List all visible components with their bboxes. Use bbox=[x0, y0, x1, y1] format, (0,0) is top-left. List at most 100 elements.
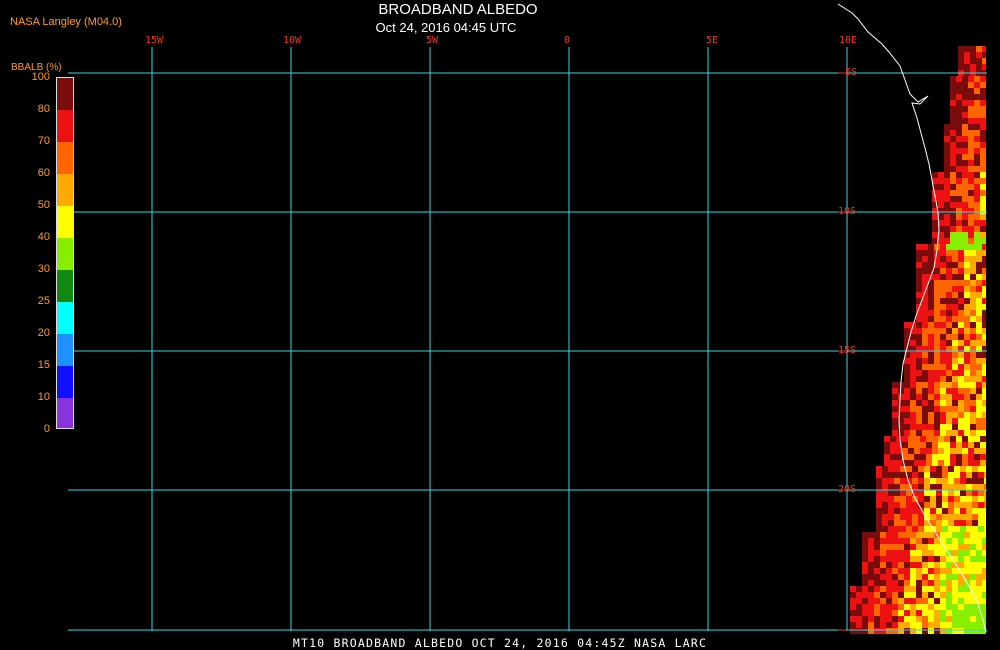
albedo-cell bbox=[940, 382, 946, 388]
albedo-cell bbox=[940, 292, 946, 298]
albedo-cell bbox=[930, 466, 936, 472]
colorbar-tick-label: 70 bbox=[37, 135, 50, 147]
albedo-cell bbox=[962, 172, 968, 178]
albedo-cell bbox=[962, 142, 968, 148]
albedo-cell bbox=[966, 478, 972, 484]
albedo-cell bbox=[940, 328, 946, 334]
albedo-cell bbox=[916, 430, 922, 436]
albedo-cell bbox=[934, 400, 940, 406]
albedo-cell bbox=[940, 580, 946, 586]
albedo-cell bbox=[960, 514, 966, 520]
albedo-cell bbox=[892, 556, 898, 562]
albedo-cell bbox=[962, 190, 968, 196]
albedo-cell bbox=[956, 160, 962, 166]
albedo-cell bbox=[952, 370, 958, 376]
colorbar-segment bbox=[57, 110, 73, 142]
albedo-cell bbox=[916, 292, 922, 298]
albedo-cell bbox=[924, 490, 930, 496]
albedo-cell bbox=[916, 256, 922, 262]
albedo-cell bbox=[922, 244, 928, 250]
albedo-cell bbox=[928, 286, 934, 292]
albedo-cell bbox=[952, 322, 958, 328]
albedo-cell bbox=[972, 466, 978, 472]
albedo-cell bbox=[888, 520, 894, 526]
albedo-cell bbox=[892, 430, 898, 436]
albedo-cell bbox=[902, 442, 908, 448]
albedo-cell bbox=[962, 148, 968, 154]
albedo-cell bbox=[946, 400, 952, 406]
albedo-cell bbox=[966, 466, 972, 472]
albedo-cell bbox=[920, 448, 926, 454]
albedo-cell bbox=[874, 598, 880, 604]
albedo-cell bbox=[910, 598, 916, 604]
albedo-cell bbox=[964, 598, 970, 604]
albedo-cell bbox=[958, 46, 964, 52]
albedo-cell bbox=[964, 256, 970, 262]
albedo-cell bbox=[916, 400, 922, 406]
albedo-cell bbox=[946, 628, 952, 634]
albedo-cell bbox=[922, 604, 928, 610]
albedo-cell bbox=[946, 310, 952, 316]
albedo-cell bbox=[980, 184, 986, 190]
albedo-cell bbox=[936, 520, 942, 526]
albedo-cell bbox=[898, 610, 904, 616]
albedo-cell bbox=[874, 532, 880, 538]
albedo-cell bbox=[956, 166, 962, 172]
albedo-cell bbox=[948, 502, 954, 508]
albedo-cell bbox=[944, 196, 950, 202]
albedo-cell bbox=[946, 274, 952, 280]
albedo-cell bbox=[936, 472, 942, 478]
colorbar-segment bbox=[57, 174, 73, 206]
albedo-cell bbox=[968, 454, 974, 460]
albedo-cell bbox=[952, 364, 958, 370]
albedo-cell bbox=[970, 274, 976, 280]
albedo-cell bbox=[980, 202, 986, 208]
albedo-cell bbox=[920, 442, 926, 448]
albedo-cell bbox=[922, 304, 928, 310]
albedo-cell bbox=[886, 538, 892, 544]
albedo-cell bbox=[976, 340, 982, 346]
albedo-cell bbox=[916, 334, 922, 340]
albedo-cell bbox=[952, 622, 958, 628]
albedo-cell bbox=[952, 298, 958, 304]
albedo-cell bbox=[958, 610, 964, 616]
albedo-cell bbox=[918, 484, 924, 490]
albedo-cell bbox=[938, 178, 944, 184]
albedo-cell bbox=[958, 64, 964, 70]
albedo-cell bbox=[968, 136, 974, 142]
albedo-cell bbox=[984, 526, 986, 532]
albedo-cell bbox=[948, 514, 954, 520]
albedo-cell bbox=[934, 328, 940, 334]
albedo-cell bbox=[958, 580, 964, 586]
albedo-cell bbox=[982, 418, 986, 424]
albedo-cell bbox=[954, 526, 960, 532]
albedo-cell bbox=[974, 178, 980, 184]
albedo-cell bbox=[944, 208, 950, 214]
albedo-cell bbox=[974, 142, 980, 148]
albedo-cell bbox=[984, 496, 986, 502]
albedo-data-field bbox=[850, 46, 986, 634]
albedo-cell bbox=[958, 370, 964, 376]
albedo-cell bbox=[940, 286, 946, 292]
albedo-cell bbox=[876, 466, 882, 472]
albedo-cell bbox=[892, 382, 898, 388]
albedo-cell bbox=[910, 580, 916, 586]
albedo-cell bbox=[960, 478, 966, 484]
albedo-cell bbox=[932, 220, 938, 226]
albedo-cell bbox=[862, 538, 868, 544]
albedo-cell bbox=[950, 226, 956, 232]
albedo-cell bbox=[942, 484, 948, 490]
albedo-cell bbox=[952, 334, 958, 340]
albedo-cell bbox=[940, 424, 946, 430]
albedo-cell bbox=[880, 568, 886, 574]
albedo-cell bbox=[916, 364, 922, 370]
albedo-cell bbox=[926, 454, 932, 460]
albedo-cell bbox=[974, 442, 980, 448]
albedo-cell bbox=[940, 316, 946, 322]
albedo-cell bbox=[906, 502, 912, 508]
albedo-cell bbox=[974, 226, 980, 232]
albedo-cell bbox=[904, 370, 910, 376]
albedo-cell bbox=[928, 256, 934, 262]
albedo-cell bbox=[958, 616, 964, 622]
albedo-cell bbox=[890, 454, 896, 460]
